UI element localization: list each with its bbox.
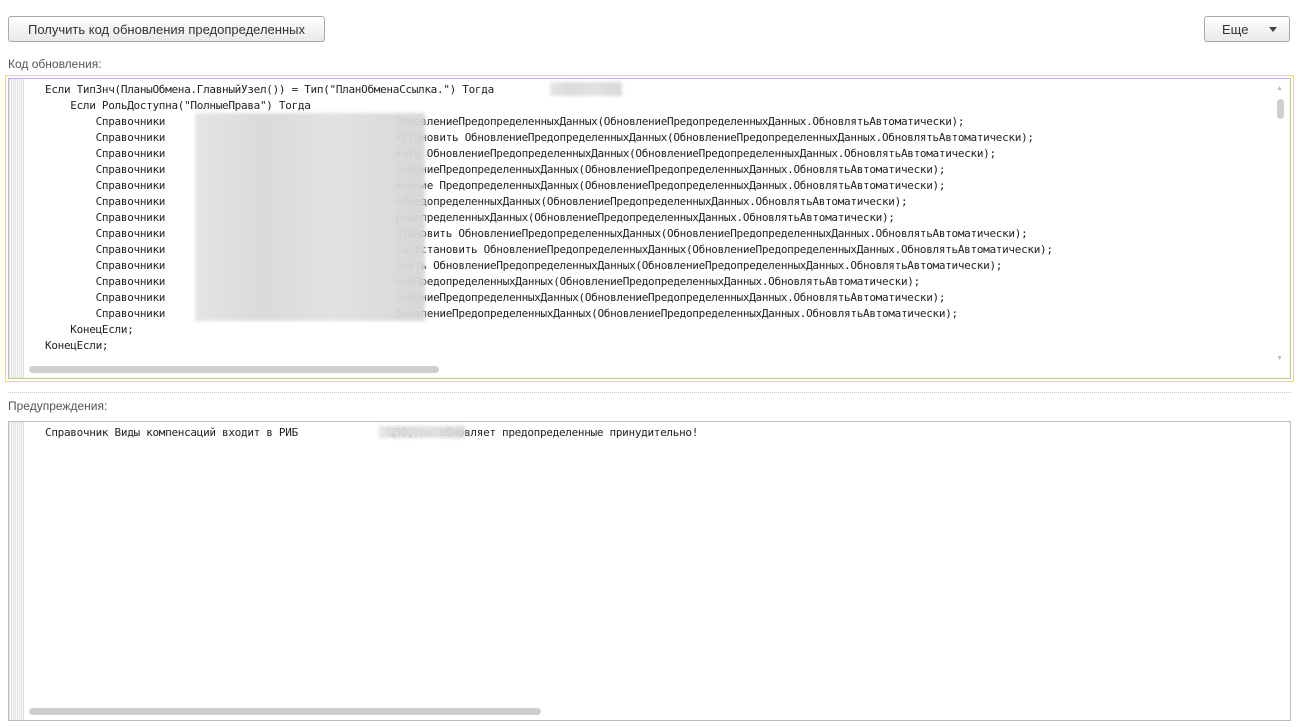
code-line-text: Справочники <box>45 275 166 288</box>
code-line-tail: ОбновлениеПредопределенныхДанных(Обновле… <box>395 115 965 128</box>
warning-text-start: Справочник Виды компенсаций входит в РИБ <box>45 426 305 439</box>
editor-gutter <box>9 422 24 720</box>
code-line-tail: овлениеПредопределенныхДанных(Обновление… <box>395 291 946 304</box>
code-line-tail: овить ОбновлениеПредопределенныхДанных(О… <box>395 259 1003 272</box>
code-line-text: КонецЕсли; <box>45 339 109 352</box>
warnings-editor[interactable]: Справочник Виды компенсаций входит в РИБ… <box>8 421 1291 721</box>
code-line-text: Если ТипЗнч(ПланыОбмена.ГлавныйУзел()) =… <box>45 83 494 96</box>
code-line-text: Справочники <box>45 259 166 272</box>
redacted-area <box>379 426 465 438</box>
code-line-text: Если РольДоступна("ПолныеПрава") Тогда <box>45 99 311 112</box>
code-line-text: Справочники <box>45 147 166 160</box>
code-line-tail: становить ОбновлениеПредопределенныхДанн… <box>395 227 1028 240</box>
scroll-down-icon[interactable]: ▼ <box>1276 355 1283 362</box>
code-line-text: Справочники <box>45 195 166 208</box>
vertical-scrollbar[interactable] <box>1277 99 1284 119</box>
get-update-code-button[interactable]: Получить код обновления предопределенных <box>8 16 325 42</box>
code-line-text: Справочники <box>45 227 166 240</box>
more-menu-button[interactable]: Еще <box>1204 16 1290 42</box>
code-line-text: Справочники <box>45 307 166 320</box>
code-line-tail: вление ПредопределенныхДанных(Обновление… <box>395 179 946 192</box>
more-menu-label: Еще <box>1222 21 1249 37</box>
scroll-up-icon[interactable]: ▲ <box>1276 85 1283 92</box>
code-line-tail: ниеПредопределенныхДанных(ОбновлениеПред… <box>395 275 920 288</box>
redacted-area <box>195 113 425 321</box>
code-line-text: Справочники <box>45 243 166 256</box>
warning-text: Справочник Виды компенсаций входит в РИБ… <box>45 425 698 441</box>
code-line-tail: Установить ОбновлениеПредопределенныхДан… <box>395 131 1034 144</box>
update-code-caption: Код обновления: <box>8 57 102 71</box>
code-line-tail: редопределенныхДанных(ОбновлениеПредопре… <box>395 211 895 224</box>
code-line-tail: вить ОбновлениеПредопределенныхДанных(Об… <box>395 147 996 160</box>
code-line-text: КонецЕсли; <box>45 323 134 336</box>
code-line-text: Справочники <box>45 291 166 304</box>
horizontal-scrollbar[interactable] <box>29 708 541 715</box>
code-line-text: Справочники <box>45 211 166 224</box>
code-line: Если РольДоступна("ПолныеПрава") Тогда <box>45 98 1053 114</box>
code-line: КонецЕсли; <box>45 338 1053 354</box>
code-line-text: Справочники <box>45 115 166 128</box>
code-line-text: Справочники <box>45 131 166 144</box>
warnings-caption: Предупреждения: <box>8 399 108 413</box>
get-update-code-label: Получить код обновления предопределенных <box>28 21 305 37</box>
code-line-text: Справочники <box>45 163 166 176</box>
code-line-tail: овлениеПредопределенныхДанных(Обновление… <box>395 163 946 176</box>
editor-gutter <box>9 79 24 378</box>
update-code-editor[interactable]: Если ТипЗнч(ПланыОбмена.ГлавныйУзел()) =… <box>8 78 1291 379</box>
horizontal-scrollbar[interactable] <box>29 366 439 373</box>
redacted-area <box>550 82 622 96</box>
code-line-text: Справочники <box>45 179 166 192</box>
code-line-tail: ты.Установить ОбновлениеПредопределенных… <box>395 243 1053 256</box>
section-divider <box>8 392 1291 393</box>
code-line-tail: еПредопределенныхДанных(ОбновлениеПредоп… <box>395 195 908 208</box>
code-line: КонецЕсли; <box>45 322 1053 338</box>
code-line-tail: бновлениеПредопределенныхДанных(Обновлен… <box>395 307 958 320</box>
code-line: Если ТипЗнч(ПланыОбмена.ГлавныйУзел()) =… <box>45 82 1053 98</box>
chevron-down-icon <box>1269 27 1277 32</box>
